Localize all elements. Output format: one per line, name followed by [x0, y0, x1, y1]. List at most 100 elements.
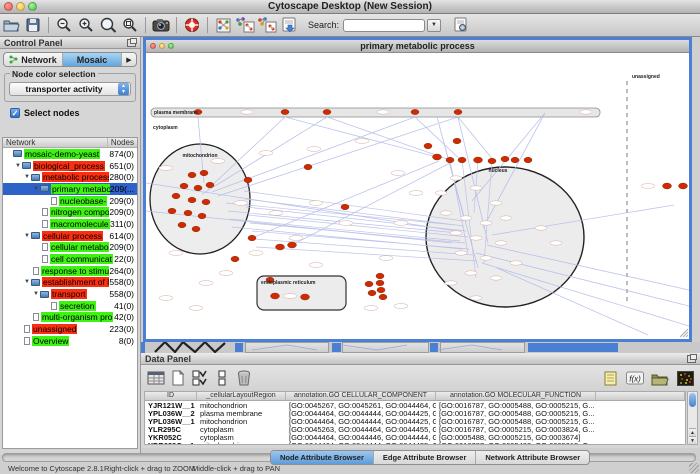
select-nodes-label: Select nodes [24, 108, 80, 118]
select-attributes-button[interactable] [145, 367, 167, 389]
inner-zoom-button[interactable] [168, 43, 174, 49]
zoom-in-button[interactable] [75, 15, 97, 35]
tree-row[interactable]: cell communicat 22(0) [3, 253, 137, 265]
tree-row[interactable]: Overview 8(0) [3, 335, 137, 347]
open-folder-icon [651, 371, 669, 386]
minimize-button[interactable] [16, 2, 25, 11]
tree-row[interactable]: ▼ metabolic process 280(0) [3, 171, 137, 183]
attribute-browser-tab[interactable]: Edge Attribute Browser [374, 451, 476, 464]
disclosure-triangle[interactable]: ▼ [23, 174, 31, 180]
network-tree: mosaic-demo-yeast 874(0) ▼ biological_pr… [3, 148, 137, 347]
zoom-out-button[interactable] [53, 15, 75, 35]
disclosure-triangle[interactable]: ▼ [14, 163, 22, 169]
zoom-fit-button[interactable] [97, 15, 119, 35]
network-tree-panel: Network Nodes mosaic-demo-yeast 874(0) ▼ [2, 137, 138, 449]
tab-network[interactable]: Network [4, 53, 63, 66]
disclosure-triangle[interactable]: ▼ [23, 233, 31, 239]
table-scrollbar[interactable]: ▲ ▼ [687, 391, 698, 445]
attribute-list-button[interactable] [599, 367, 621, 389]
tree-row[interactable]: secretion 41(0) [3, 300, 137, 312]
snapshot-button[interactable] [150, 15, 172, 35]
plasma-membrane-region[interactable] [151, 108, 600, 117]
tree-item-label: mosaic-demo-yeast [24, 149, 100, 159]
app-resize-grip[interactable] [689, 463, 699, 473]
destroy-network-button[interactable] [256, 15, 278, 35]
column-header-cellular-component[interactable]: annotation.GO CELLULAR_COMPONENT [286, 392, 436, 400]
tabs-overflow-button[interactable]: ▶ [122, 53, 136, 66]
tree-row[interactable]: ▼ cellular process 614(0) [3, 230, 137, 242]
heatmap-button[interactable] [674, 367, 696, 389]
tree-row[interactable]: mosaic-demo-yeast 874(0) [3, 148, 137, 160]
disclosure-triangle[interactable]: ▼ [32, 186, 40, 192]
help-button[interactable] [181, 15, 203, 35]
cell-cellular-component[interactable]: [GO:0044464, GO:0044444, GO:0044425, G..… [286, 441, 436, 446]
cell-id[interactable]: YDR039C__1 [145, 441, 197, 446]
tree-item-label: biological_process [33, 161, 105, 171]
tree-item-icon [42, 255, 48, 263]
column-header-region[interactable]: _cellularLayoutRegion [197, 392, 286, 400]
disclosure-triangle[interactable]: ▼ [23, 279, 31, 285]
search-dropdown-button[interactable]: ▼ [427, 19, 441, 32]
tree-row[interactable]: nitrogen compo 209(0) [3, 206, 137, 218]
scroll-up-button[interactable]: ▲ [689, 428, 696, 436]
duplicate-network-button[interactable] [234, 15, 256, 35]
column-header-filler [596, 392, 685, 400]
inner-close-button[interactable] [150, 43, 156, 49]
tree-header: Network Nodes [3, 138, 137, 148]
table-row[interactable]: YDR039C__1 mitochondrion [GO:0044464, GO… [145, 441, 685, 445]
select-all-attributes-button[interactable] [189, 367, 211, 389]
attribute-browser-tab[interactable]: Node Attribute Browser [271, 451, 374, 464]
tree-item-label: metabolic process [42, 172, 109, 182]
import-attributes-button[interactable] [649, 367, 671, 389]
search-input[interactable] [343, 19, 425, 32]
tab-mosaic[interactable]: Mosaic [63, 53, 122, 66]
float-panel-icon[interactable] [687, 355, 696, 363]
tree-row[interactable]: multi-organism pro 42(0) [3, 312, 137, 324]
tree-row[interactable]: ▼ establishment of lo 558(0) [3, 277, 137, 289]
tree-row[interactable]: response to stimulu 264(0) [3, 265, 137, 277]
close-button[interactable] [4, 2, 13, 11]
unselect-all-attributes-button[interactable] [211, 367, 233, 389]
column-header-molecular-function[interactable]: annotation.GO MOLECULAR_FUNCTION [436, 392, 596, 400]
tree-row[interactable]: ▼ biological_process 651(0) [3, 160, 137, 172]
window-resize-grip[interactable] [680, 329, 688, 337]
scrollbar-thumb[interactable] [689, 393, 696, 407]
tree-item-label: establishment of lo [42, 277, 109, 287]
tree-row[interactable]: cellular metabo 209(0) [3, 242, 137, 254]
inner-minimize-button[interactable] [159, 43, 165, 49]
tree-item-count: 614(0) [109, 231, 134, 241]
open-session-button[interactable] [0, 15, 22, 35]
create-attribute-button[interactable] [167, 367, 189, 389]
delete-attribute-button[interactable] [233, 367, 255, 389]
zoom-window-button[interactable] [28, 2, 37, 11]
scroll-down-button[interactable]: ▼ [689, 436, 696, 444]
zoom-selected-button[interactable] [119, 15, 141, 35]
save-session-button[interactable] [22, 15, 44, 35]
tree-row[interactable]: macromolecule 311(0) [3, 218, 137, 230]
network-view-window[interactable]: primary metabolic process [143, 37, 692, 342]
tree-row[interactable]: ▼ transport 558(0) [3, 288, 137, 300]
mitochondrion-region[interactable] [150, 144, 250, 254]
tree-row[interactable]: ▼ primary metabo 209(... [3, 183, 137, 195]
formula-builder-button[interactable]: f(x) [624, 367, 646, 389]
background-windows-strip[interactable] [141, 342, 700, 353]
disclosure-triangle[interactable]: ▼ [32, 291, 40, 297]
annotation-button[interactable] [278, 15, 300, 35]
cell-molecular-function[interactable]: [GO:0016787, GO:0005488, GO:0005215, G..… [436, 441, 596, 446]
network-window-titlebar[interactable]: primary metabolic process [146, 40, 689, 53]
tree-row[interactable]: unassigned 223(0) [3, 323, 137, 335]
chevron-right-icon: ▶ [126, 56, 131, 64]
network-overview-button[interactable] [212, 15, 234, 35]
tree-row[interactable]: nucleobase- 209(0) [3, 195, 137, 207]
search-config-button[interactable] [449, 15, 471, 35]
cell-region[interactable]: mitochondrion [197, 441, 286, 446]
network-canvas[interactable]: plasma membrane cytoplasm mitochondrion … [146, 53, 689, 339]
column-header-id[interactable]: ID [145, 392, 197, 400]
tree-item-count: 42(0) [114, 312, 134, 322]
float-panel-icon[interactable] [127, 39, 136, 47]
select-nodes-checkbox[interactable]: ✓ [10, 108, 20, 118]
color-attribute-dropdown[interactable]: transporter activity ▲▼ [9, 82, 131, 96]
window-titlebar[interactable]: Cytoscape Desktop (New Session) [0, 0, 700, 14]
tree-item-icon [51, 302, 57, 310]
attribute-browser-tab[interactable]: Network Attribute Browser [476, 451, 589, 464]
